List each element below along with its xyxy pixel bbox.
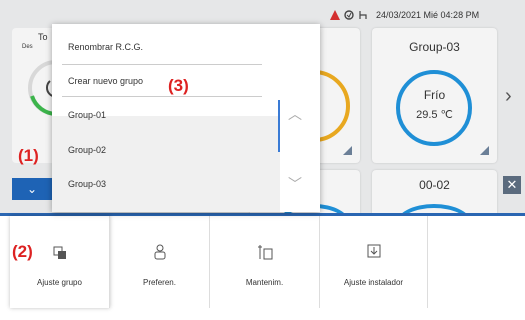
mode-label: Frío xyxy=(423,88,446,102)
collapse-button[interactable]: ⌄ xyxy=(12,178,52,200)
power-card-title: To xyxy=(38,32,48,42)
chevron-down-icon[interactable]: ﹀ xyxy=(288,174,302,194)
shield-icon xyxy=(344,10,354,20)
group-list-item[interactable]: Group-03 xyxy=(68,179,106,189)
menu-item-rename[interactable]: Renombrar R.C.G. xyxy=(68,42,143,52)
status-bar: 24/03/2021 Mié 04:28 PM xyxy=(330,10,479,20)
scrollbar[interactable] xyxy=(278,100,280,152)
chevron-up-icon[interactable]: ︿ xyxy=(288,104,302,124)
toolbar-label: Ajuste grupo xyxy=(37,278,82,287)
group-card-03[interactable]: Group-03 Frío 29.5 ℃ xyxy=(372,28,497,163)
lower-card-title: 00-02 xyxy=(419,178,450,192)
toolbar-item-mantenim[interactable]: Mantenim. xyxy=(210,216,320,308)
power-card-subtitle: Des xyxy=(22,44,33,50)
toolbar-label: Ajuste instalador xyxy=(343,278,404,287)
chevron-right-icon[interactable]: › xyxy=(505,85,512,108)
divider xyxy=(62,96,262,97)
toolbar-item-ajuste-instalador[interactable]: Ajuste instalador xyxy=(320,216,428,308)
group-card-title: Group-03 xyxy=(409,40,460,54)
close-icon[interactable]: ✕ xyxy=(503,176,521,194)
toolbar-label: Mantenim. xyxy=(245,278,284,287)
bottom-toolbar: Ajuste grupo Preferen. Mantenim. Ajuste … xyxy=(0,213,525,320)
toolbar-label: Preferen. xyxy=(143,278,176,287)
group-dropdown-menu: Renombrar R.C.G. Crear nuevo grupo Group… xyxy=(52,24,320,212)
corner-indicator-icon xyxy=(480,146,489,155)
temperature-label: 29.5 ℃ xyxy=(416,109,453,121)
divider xyxy=(62,64,262,65)
person-icon xyxy=(110,244,209,263)
datetime: 24/03/2021 Mié 04:28 PM xyxy=(376,10,480,20)
group-list-item[interactable]: Group-02 xyxy=(68,145,106,155)
toolbar-item-ajuste-grupo[interactable]: Ajuste grupo xyxy=(10,216,110,308)
annotation-2: (2) xyxy=(12,242,33,261)
download-icon xyxy=(320,244,427,261)
maintenance-icon xyxy=(210,244,319,263)
maintenance-status-icon xyxy=(359,11,367,19)
main-screen: 24/03/2021 Mié 04:28 PM To Des -02 o 5 ℃… xyxy=(0,0,525,320)
annotation-3: (3) xyxy=(168,76,189,95)
warning-icon[interactable] xyxy=(330,10,340,20)
menu-item-create-group[interactable]: Crear nuevo grupo xyxy=(68,76,143,86)
annotation-1: (1) xyxy=(18,146,39,165)
corner-indicator-icon xyxy=(343,146,352,155)
chevron-down-icon: ⌄ xyxy=(26,182,38,196)
group-list xyxy=(52,116,280,212)
group-list-item[interactable]: Group-01 xyxy=(68,110,106,120)
toolbar-item-preferen[interactable]: Preferen. xyxy=(110,216,210,308)
